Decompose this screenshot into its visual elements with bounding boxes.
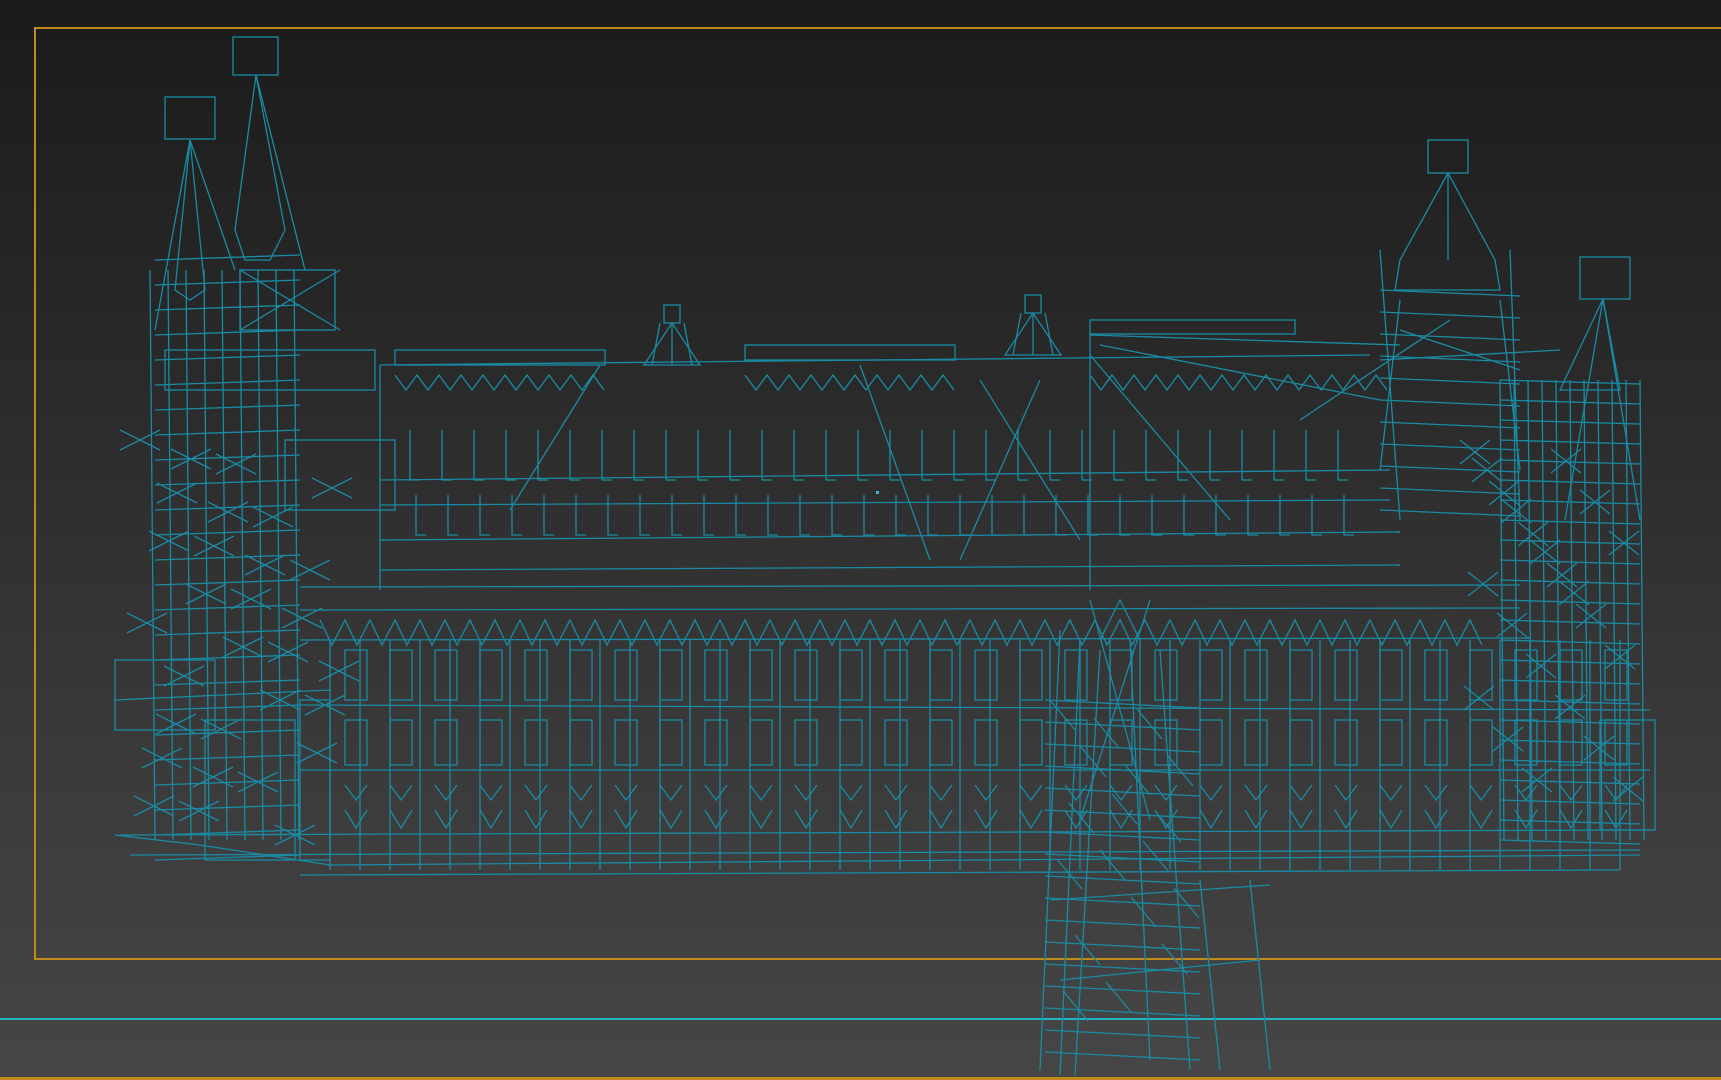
pivot-point <box>876 491 879 494</box>
3d-viewport[interactable] <box>0 0 1721 1080</box>
wireframe-mesh <box>114 36 1656 1076</box>
castle-wireframe-model[interactable] <box>0 0 1721 1080</box>
